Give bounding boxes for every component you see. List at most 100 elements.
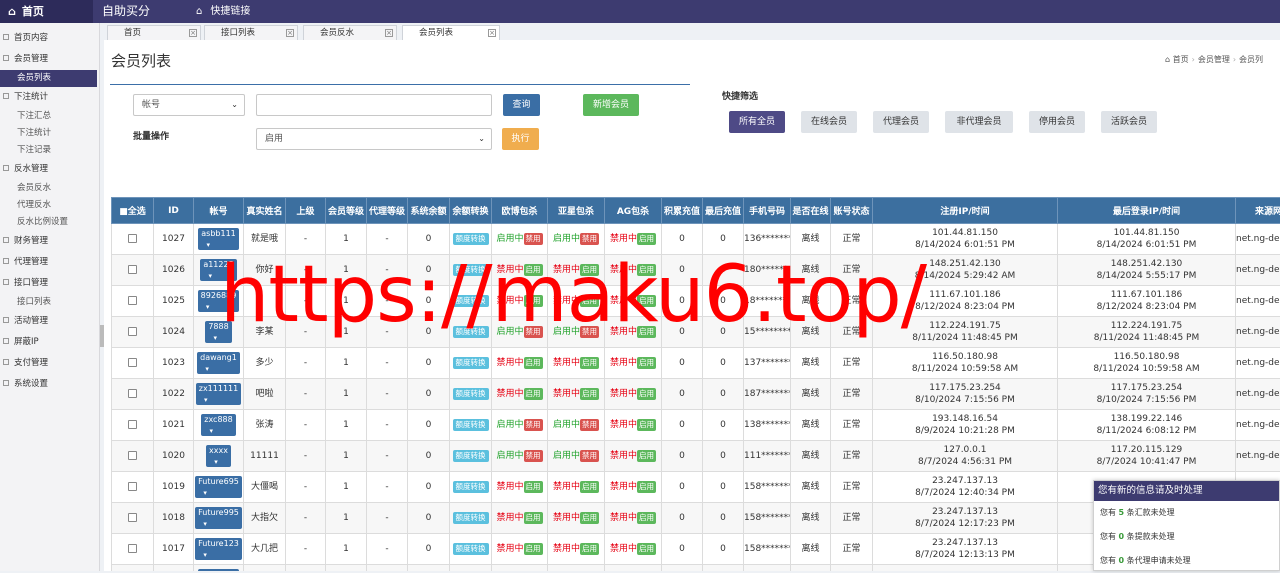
account-dropdown[interactable]: xxxx▾ [206,445,231,467]
filter-disabled-members[interactable]: 停用会员 [1029,111,1085,133]
close-icon[interactable]: × [286,29,294,37]
col-header[interactable]: ■全选 [112,198,154,224]
add-member-button[interactable]: 新增会员 [583,94,639,116]
disable-button[interactable]: 禁用 [580,419,599,431]
quota-transfer-button[interactable]: 额度转换 [453,419,489,431]
row-checkbox[interactable] [128,513,137,522]
enable-button[interactable]: 启用 [637,419,656,431]
quota-transfer-button[interactable]: 额度转换 [453,512,489,524]
quick-links-button[interactable]: ⌂快捷链接 [196,0,250,23]
account-dropdown[interactable]: zxc888▾ [201,414,235,436]
close-icon[interactable]: × [385,29,393,37]
filter-online-members[interactable]: 在线会员 [801,111,857,133]
sidebar-group[interactable]: 会员管理 [0,49,99,70]
tab-member-rebate[interactable]: 会员反水× [303,25,397,40]
sidebar-item[interactable]: 接口列表 [0,294,99,311]
quota-transfer-button[interactable]: 额度转换 [453,233,489,245]
tab-member-list[interactable]: 会员列表× [402,25,500,40]
enable-button[interactable]: 启用 [524,295,543,307]
sidebar-group[interactable]: 接口管理 [0,273,99,294]
account-dropdown[interactable]: zx111111▾ [196,383,241,405]
enable-button[interactable]: 启用 [524,543,543,555]
sidebar-group[interactable]: 下注统计 [0,87,99,108]
enable-button[interactable]: 启用 [637,450,656,462]
row-checkbox[interactable] [128,296,137,305]
quota-transfer-button[interactable]: 额度转换 [453,264,489,276]
sidebar-group[interactable]: 代理管理 [0,252,99,273]
enable-button[interactable]: 启用 [637,543,656,555]
account-dropdown[interactable]: dawang1▾ [197,352,240,374]
notice-line[interactable]: 您有 0 条提款未处理 [1094,525,1279,549]
notice-line[interactable]: 您有 5 条汇款未处理 [1094,501,1279,525]
enable-button[interactable]: 启用 [524,512,543,524]
enable-button[interactable]: 启用 [637,264,656,276]
sidebar-group[interactable]: 支付管理 [0,353,99,374]
enable-button[interactable]: 启用 [580,264,599,276]
quota-transfer-button[interactable]: 额度转换 [453,357,489,369]
row-checkbox[interactable] [128,358,137,367]
execute-button[interactable]: 执行 [502,128,539,150]
sidebar-item[interactable]: 下注记录 [0,142,99,159]
sidebar-item[interactable]: 下注汇总 [0,108,99,125]
row-checkbox[interactable] [128,234,137,243]
enable-button[interactable]: 启用 [524,357,543,369]
account-dropdown[interactable]: Future995▾ [195,507,242,529]
account-dropdown[interactable]: a11225▾ [200,259,236,281]
sidebar-group[interactable]: 反水管理 [0,159,99,180]
account-dropdown[interactable]: 7888▾ [205,321,231,343]
disable-button[interactable]: 禁用 [524,326,543,338]
filter-all-members[interactable]: 所有全员 [729,111,785,133]
sidebar-group[interactable]: 屏蔽IP [0,332,99,353]
breadcrumb-member-mgmt[interactable]: 会员管理 [1198,55,1230,64]
disable-button[interactable]: 禁用 [524,233,543,245]
filter-active-members[interactable]: 活跃会员 [1101,111,1157,133]
row-checkbox[interactable] [128,389,137,398]
enable-button[interactable]: 启用 [580,357,599,369]
account-dropdown[interactable]: 8926889▾ [198,290,240,312]
disable-button[interactable]: 禁用 [580,233,599,245]
account-dropdown[interactable]: Future695▾ [195,476,242,498]
enable-button[interactable]: 启用 [580,543,599,555]
quota-transfer-button[interactable]: 额度转换 [453,295,489,307]
enable-button[interactable]: 启用 [637,512,656,524]
sidebar-item[interactable]: 会员反水 [0,180,99,197]
tab-interface-list[interactable]: 接口列表× [204,25,298,40]
enable-button[interactable]: 启用 [524,264,543,276]
disable-button[interactable]: 禁用 [580,450,599,462]
enable-button[interactable]: 启用 [637,233,656,245]
field-select[interactable]: 帐号⌄ [133,94,245,116]
enable-button[interactable]: 启用 [580,388,599,400]
disable-button[interactable]: 禁用 [580,326,599,338]
quota-transfer-button[interactable]: 额度转换 [453,450,489,462]
close-icon[interactable]: × [488,29,496,37]
enable-button[interactable]: 启用 [580,512,599,524]
home-button[interactable]: ⌂首页 [0,0,93,23]
row-checkbox[interactable] [128,327,137,336]
search-input[interactable] [256,94,492,116]
zizhu-button[interactable]: 自助买分 [102,0,150,23]
enable-button[interactable]: 启用 [637,295,656,307]
disable-button[interactable]: 禁用 [524,419,543,431]
enable-button[interactable]: 启用 [524,388,543,400]
disable-button[interactable]: 禁用 [524,450,543,462]
close-icon[interactable]: × [189,29,197,37]
sidebar-item[interactable]: 会员列表 [0,70,97,87]
enable-button[interactable]: 启用 [580,295,599,307]
search-button[interactable]: 查询 [503,94,540,116]
enable-button[interactable]: 启用 [637,326,656,338]
breadcrumb-home[interactable]: 首页 [1173,55,1189,64]
row-checkbox[interactable] [128,544,137,553]
sidebar-group[interactable]: 首页内容 [0,28,99,49]
tab-home[interactable]: 首页× [107,25,201,40]
row-checkbox[interactable] [128,451,137,460]
row-checkbox[interactable] [128,482,137,491]
row-checkbox[interactable] [128,420,137,429]
enable-button[interactable]: 启用 [580,481,599,493]
quota-transfer-button[interactable]: 额度转换 [453,543,489,555]
filter-non-agent-members[interactable]: 非代理会员 [945,111,1013,133]
sidebar-group[interactable]: 活动管理 [0,311,99,332]
sidebar-group[interactable]: 财务管理 [0,231,99,252]
sidebar-group[interactable]: 系统设置 [0,374,99,395]
quota-transfer-button[interactable]: 额度转换 [453,326,489,338]
quota-transfer-button[interactable]: 额度转换 [453,388,489,400]
